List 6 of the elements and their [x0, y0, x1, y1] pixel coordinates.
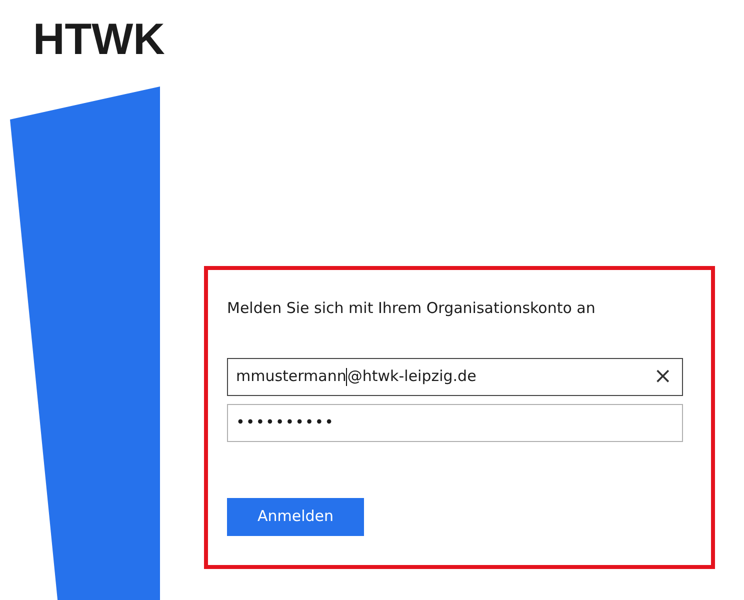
email-field[interactable]: mmustermann@htwk-leipzig.de ×: [227, 358, 683, 396]
logo[interactable]: HTWK: [33, 18, 165, 62]
form-heading: Melden Sie sich mit Ihrem Organisationskonto an: [227, 298, 596, 319]
clear-button[interactable]: ×: [652, 366, 674, 388]
password-field[interactable]: ••••••••••: [227, 404, 683, 442]
sign-in-button[interactable]: Anmelden: [227, 498, 364, 536]
